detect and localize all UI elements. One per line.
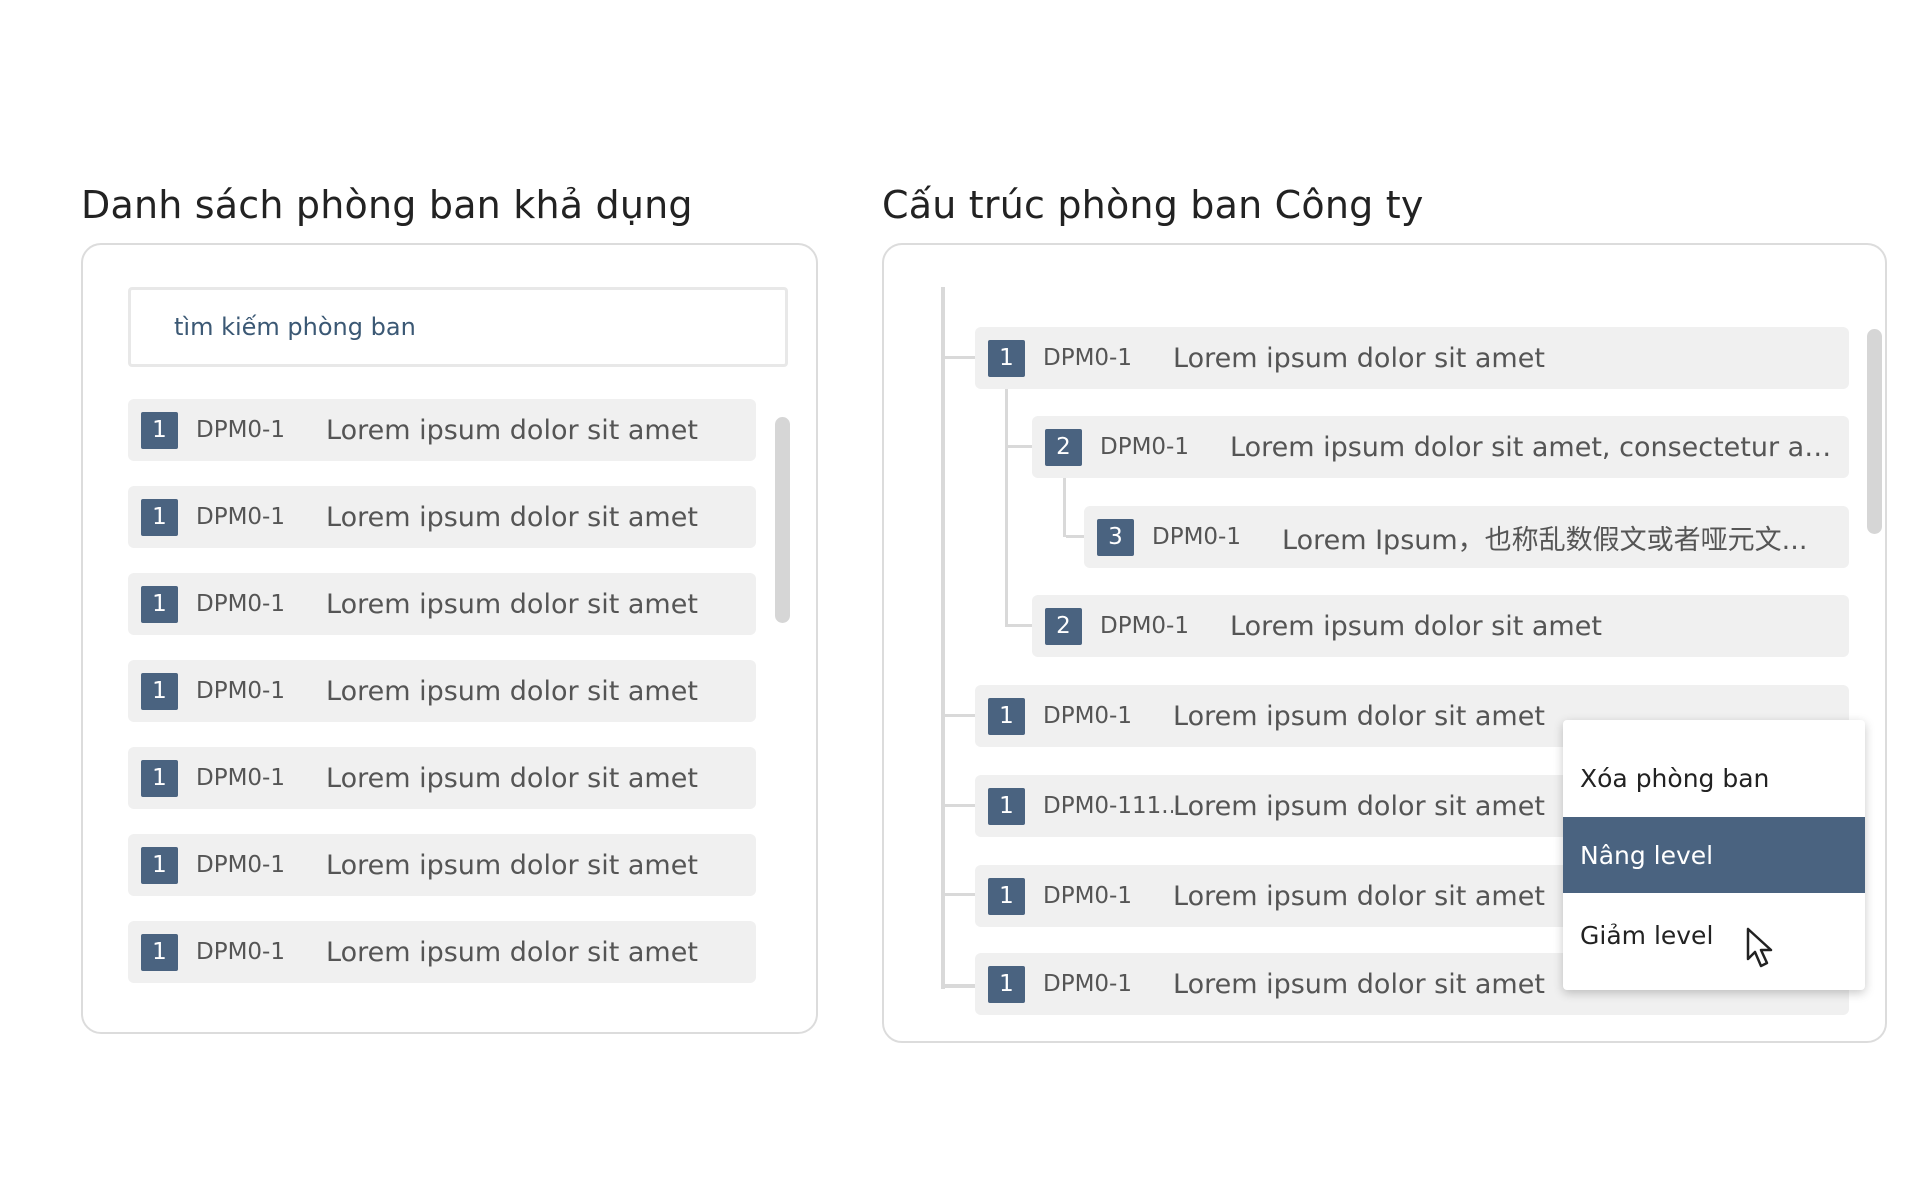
level-badge: 1: [141, 759, 178, 797]
department-code: DPM0-1: [1043, 345, 1132, 371]
department-name: Lorem ipsum dolor sit amet: [1173, 700, 1545, 732]
department-name: Lorem ipsum dolor sit amet: [326, 936, 698, 968]
available-department-item[interactable]: 1 DPM0-1 Lorem ipsum dolor sit amet: [128, 834, 756, 896]
level-badge: 1: [141, 498, 178, 536]
department-code: DPM0-1: [1100, 613, 1189, 639]
department-code: DPM0-1: [1152, 524, 1241, 550]
available-department-item[interactable]: 1 DPM0-1 Lorem ipsum dolor sit amet: [128, 747, 756, 809]
department-code: DPM0-1: [196, 765, 285, 791]
department-name: Lorem ipsum dolor sit amet: [326, 849, 698, 881]
department-code: DPM0-1: [1043, 703, 1132, 729]
department-name: Lorem ipsum dolor sit amet: [1173, 880, 1545, 912]
level-badge: 1: [141, 585, 178, 623]
department-name: Lorem ipsum dolor sit amet: [326, 414, 698, 446]
department-name: Lorem ipsum dolor sit amet, consectetur …: [1230, 431, 1838, 463]
tree-node-level-2[interactable]: 2 DPM0-1 Lorem ipsum dolor sit amet, con…: [1032, 416, 1849, 478]
level-badge: 1: [988, 787, 1025, 825]
level-badge: 1: [141, 411, 178, 449]
level-badge: 1: [141, 846, 178, 884]
department-name: Lorem ipsum dolor sit amet: [326, 762, 698, 794]
menu-item-lower-level[interactable]: Giảm level: [1563, 897, 1865, 973]
department-code: DPM0-1: [1043, 883, 1132, 909]
level-badge: 1: [988, 697, 1025, 735]
department-code: DPM0-1: [196, 939, 285, 965]
available-department-item[interactable]: 1 DPM0-1 Lorem ipsum dolor sit amet: [128, 660, 756, 722]
department-name: Lorem Ipsum，也称乱数假文或者哑元文...: [1282, 524, 1808, 556]
tree-node-level-2[interactable]: 2 DPM0-1 Lorem ipsum dolor sit amet: [1032, 595, 1849, 657]
tree-connector: [945, 984, 975, 988]
search-input[interactable]: [131, 290, 785, 364]
department-name: Lorem ipsum dolor sit amet: [326, 588, 698, 620]
tree-connector: [1008, 624, 1032, 627]
level-badge: 3: [1097, 518, 1134, 556]
department-code: DPM0-1: [196, 504, 285, 530]
available-department-item[interactable]: 1 DPM0-1 Lorem ipsum dolor sit amet: [128, 921, 756, 983]
department-code: DPM0-1: [196, 852, 285, 878]
level-badge: 1: [141, 672, 178, 710]
search-field[interactable]: [128, 287, 788, 367]
level-badge: 1: [988, 339, 1025, 377]
department-code: DPM0-1: [1100, 434, 1189, 460]
tree-connector: [945, 804, 975, 807]
context-menu: Xóa phòng ban Nâng level Giảm level: [1563, 720, 1865, 990]
level-badge: 2: [1045, 607, 1082, 645]
department-code: DPM0-1: [1043, 971, 1132, 997]
tree-connector-level2: [1005, 387, 1008, 627]
left-scrollbar[interactable]: [775, 417, 790, 623]
tree-connector: [1066, 535, 1084, 538]
available-departments-title: Danh sách phòng ban khả dụng: [81, 183, 693, 227]
mouse-cursor-icon: [1746, 927, 1773, 968]
level-badge: 1: [988, 965, 1025, 1003]
tree-connector: [945, 714, 975, 717]
department-name: Lorem ipsum dolor sit amet: [1173, 790, 1545, 822]
available-department-item[interactable]: 1 DPM0-1 Lorem ipsum dolor sit amet: [128, 573, 756, 635]
department-code: DPM0-111..: [1043, 793, 1173, 819]
department-name: Lorem ipsum dolor sit amet: [1173, 968, 1545, 1000]
menu-item-delete-department[interactable]: Xóa phòng ban: [1563, 740, 1865, 816]
tree-connector-root: [941, 287, 945, 989]
tree-connector: [1008, 445, 1032, 448]
tree-connector: [945, 356, 975, 359]
level-badge: 2: [1045, 428, 1082, 466]
available-department-item[interactable]: 1 DPM0-1 Lorem ipsum dolor sit amet: [128, 399, 756, 461]
department-name: Lorem ipsum dolor sit amet: [1173, 342, 1545, 374]
menu-item-raise-level[interactable]: Nâng level: [1563, 817, 1865, 893]
tree-node-level-1[interactable]: 1 DPM0-1 Lorem ipsum dolor sit amet: [975, 327, 1849, 389]
level-badge: 1: [988, 877, 1025, 915]
tree-connector-level3: [1063, 477, 1066, 537]
department-code: DPM0-1: [196, 678, 285, 704]
department-code: DPM0-1: [196, 417, 285, 443]
company-structure-title: Cấu trúc phòng ban Công ty: [882, 183, 1424, 227]
department-name: Lorem ipsum dolor sit amet: [1230, 610, 1602, 642]
level-badge: 1: [141, 933, 178, 971]
department-code: DPM0-1: [196, 591, 285, 617]
tree-node-level-3[interactable]: 3 DPM0-1 Lorem Ipsum，也称乱数假文或者哑元文...: [1084, 506, 1849, 568]
tree-connector: [945, 893, 975, 896]
department-name: Lorem ipsum dolor sit amet: [326, 501, 698, 533]
right-scrollbar[interactable]: [1867, 329, 1882, 534]
department-name: Lorem ipsum dolor sit amet: [326, 675, 698, 707]
available-department-item[interactable]: 1 DPM0-1 Lorem ipsum dolor sit amet: [128, 486, 756, 548]
